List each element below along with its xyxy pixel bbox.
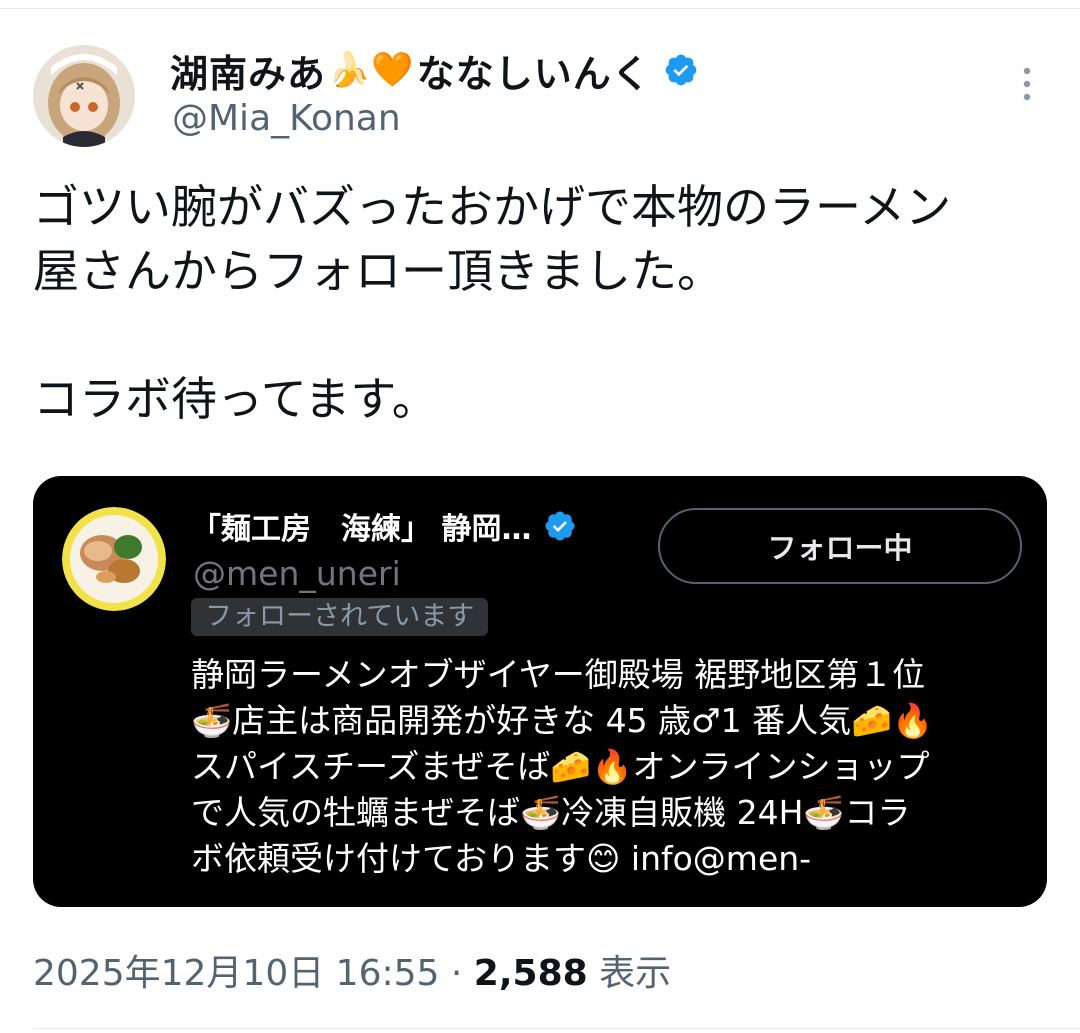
verified-badge-icon (543, 509, 577, 543)
ramen-shop-bio: 静岡ラーメンオブザイヤー御殿場 裾野地区第１位 🍜店主は商品開発が好きな 45 … (191, 652, 1031, 882)
bio-line: スパイスチーズまぜそば🧀🔥オンラインショップ (191, 747, 930, 786)
ramen-shop-name-text: 「麺工房 海練」 静岡… (191, 512, 532, 547)
author-name-emoji: 🍌🧡 (328, 50, 415, 90)
bio-line: 🍜店主は商品開発が好きな 45 歳♂1 番人気🧀🔥 (191, 701, 934, 740)
tweet-line: コラボ待ってます。 (33, 372, 438, 426)
meta-separator: · (450, 953, 463, 994)
bio-line: で人気の牡蠣まぜそば🍜冷凍自販機 24H🍜コラ (191, 793, 911, 832)
author-name-part1: 湖南みあ (170, 51, 327, 96)
tweet-line: ゴツい腕がバズったおかげで本物のラーメン (33, 180, 952, 234)
top-divider (0, 8, 1080, 9)
bio-line: 静岡ラーメンオブザイヤー御殿場 裾野地区第１位 (191, 655, 926, 694)
bio-line: ボ依頼受け付けております😊 info@men- (191, 839, 812, 878)
author-handle[interactable]: @Mia_Konan (172, 98, 401, 139)
tweet-meta: 2025年12月10日 16:55 · 2,588 表示 (33, 944, 671, 996)
author-name-part2: ななしいんく (416, 51, 651, 96)
embedded-profile-image[interactable]: 「麺工房 海練」 静岡… @men_uneri フォローされています フォロー中… (33, 476, 1047, 907)
tweet-text: ゴツい腕がバズったおかげで本物のラーメン 屋さんからフォロー頂きました。 コラボ… (33, 175, 1043, 431)
view-count: 2,588 (473, 953, 588, 994)
tweet-line-break (33, 303, 1043, 367)
ramen-shop-name: 「麺工房 海練」 静岡… (191, 504, 577, 548)
ramen-shop-avatar (62, 507, 166, 611)
tweet-timestamp[interactable]: 2025年12月10日 16:55 (33, 953, 439, 994)
tweet-line: 屋さんからフォロー頂きました。 (33, 244, 723, 298)
author-display-name[interactable]: 湖南みあ 🍌🧡 ななしいんく (170, 44, 699, 96)
ramen-shop-handle: @men_uneri (193, 554, 401, 593)
following-button: フォロー中 (658, 508, 1022, 584)
follows-you-badge: フォローされています (191, 598, 489, 636)
view-count-label: 表示 (599, 953, 672, 994)
bottom-divider (33, 1028, 1080, 1029)
author-avatar[interactable] (33, 45, 135, 147)
verified-badge-icon (663, 52, 699, 88)
more-options-icon[interactable] (1010, 64, 1044, 104)
